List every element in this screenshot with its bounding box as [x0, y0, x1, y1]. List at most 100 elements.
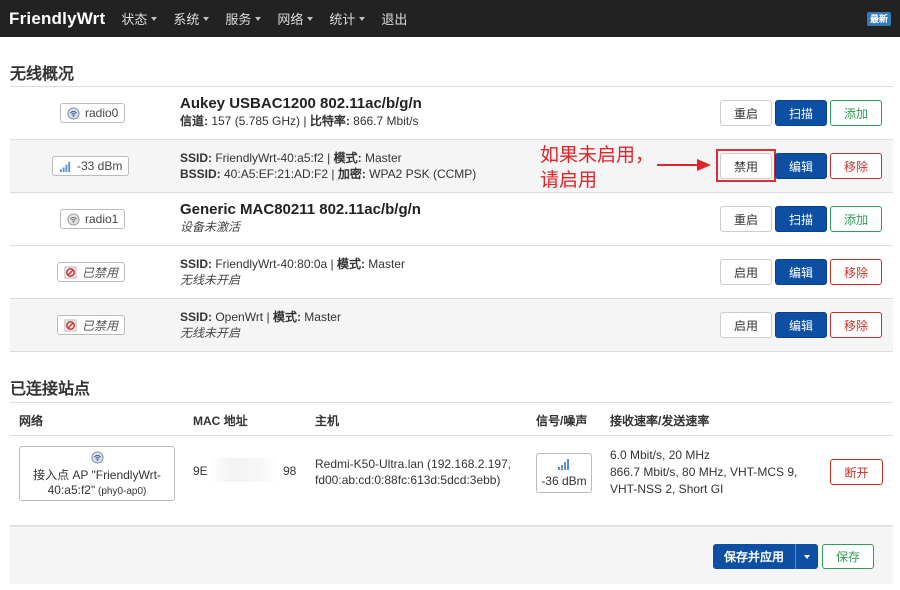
radio0-device-name: Aukey USBAC1200 802.11ac/b/g/n	[180, 95, 422, 112]
radio0-add-button[interactable]: 添加	[830, 100, 882, 126]
radio0-channel-line: 信道: 157 (5.785 GHz) | 比特率: 866.7 Mbit/s	[180, 113, 422, 129]
save-button[interactable]: 保存	[822, 544, 874, 569]
save-apply-split-button: 保存并应用	[713, 544, 818, 569]
chevron-down-icon	[307, 16, 314, 21]
bitrate-value: 866.7 Mbit/s	[349, 114, 419, 128]
mode-value: Master	[361, 151, 402, 165]
ap-interface-name: (phy0-ap0)	[95, 486, 147, 497]
mode-key: 模式:	[336, 257, 365, 271]
wifi-device-icon	[90, 451, 104, 464]
bitrate-key: 比特率:	[309, 114, 350, 128]
ssid-disable-button[interactable]: 禁用	[720, 153, 772, 179]
top-navbar: FriendlyWrt 状态 系统 服务 网络 统计 退出 最新	[0, 0, 900, 37]
signal-badge-label: -33 dBm	[77, 159, 123, 173]
nav-statistics-label: 统计	[329, 12, 356, 27]
ssid-row-radio0: -33 dBm SSID: FriendlyWrt-40:a5:f2 | 模式:…	[10, 140, 893, 193]
connected-stations-title: 已连接站点	[10, 381, 91, 398]
radio0-row: radio0 Aukey USBAC1200 802.11ac/b/g/n 信道…	[10, 87, 893, 140]
chevron-down-icon	[255, 16, 262, 21]
disconnect-button[interactable]: 断开	[830, 459, 883, 485]
radio1-device-name: Generic MAC80211 802.11ac/b/g/n	[180, 201, 421, 218]
ssid-row-radio1: 已禁用 SSID: FriendlyWrt-40:80:0a | 模式: Mas…	[10, 246, 893, 299]
nav-network-label: 网络	[277, 12, 304, 27]
station-signal-badge: -36 dBm	[536, 453, 592, 493]
host-info: Redmi-K50-Ultra.lan (192.168.2.197, fd00…	[315, 456, 511, 488]
tx-rate-line-2: VHT-NSS 2, Short GI	[610, 482, 724, 496]
radio0-scan-button[interactable]: 扫描	[775, 100, 827, 126]
ap-name-line-1: 接入点 AP "FriendlyWrt-	[33, 468, 161, 482]
save-apply-dropdown[interactable]	[796, 544, 818, 569]
radio1-info: Generic MAC80211 802.11ac/b/g/n 设备未激活	[180, 201, 421, 235]
radio1-restart-button[interactable]: 重启	[720, 206, 772, 232]
signal-badge: -33 dBm	[52, 156, 130, 176]
ssid2-status-note: 无线未开启	[180, 273, 241, 287]
nav-services[interactable]: 服务	[225, 9, 262, 28]
col-host: 主机	[315, 414, 340, 428]
ssid2-remove-button[interactable]: 移除	[830, 259, 882, 285]
ap-name-line-2: 40:a5:f2" (phy0-ap0)	[20, 483, 174, 499]
nav-network[interactable]: 网络	[277, 9, 314, 28]
wireless-overview-title: 无线概况	[10, 66, 75, 83]
wifi-device-icon	[67, 106, 80, 120]
new-badge[interactable]: 最新	[866, 12, 891, 26]
ssid-key: SSID:	[180, 310, 213, 324]
channel-value: 157 (5.785 GHz) |	[208, 114, 310, 128]
nav-system-label: 系统	[173, 12, 200, 27]
radio0-badge-label: radio0	[85, 106, 119, 120]
ssid2-line: SSID: FriendlyWrt-40:80:0a | 模式: Master	[180, 256, 405, 272]
nav-logout-label: 退出	[381, 12, 408, 27]
radio1-scan-button[interactable]: 扫描	[775, 206, 827, 232]
bssid-key: BSSID:	[180, 167, 221, 181]
nav-statistics[interactable]: 统计	[329, 9, 366, 28]
chevron-down-icon	[203, 16, 210, 21]
radio0-badge: radio0	[60, 103, 126, 123]
disabled-badge-label: 已禁用	[82, 265, 119, 280]
station-rates: 6.0 Mbit/s, 20 MHz 866.7 Mbit/s, 80 MHz,…	[610, 447, 797, 498]
ssid-info: SSID: FriendlyWrt-40:a5:f2 | 模式: Master …	[180, 150, 476, 182]
signal-strength-icon	[59, 161, 71, 172]
nav-system[interactable]: 系统	[173, 9, 210, 28]
radio1-add-button[interactable]: 添加	[830, 206, 882, 232]
ssid-value: FriendlyWrt-40:a5:f2 |	[212, 151, 334, 165]
ssid3-enable-button[interactable]: 启用	[720, 312, 772, 338]
radio0-restart-button[interactable]: 重启	[720, 100, 772, 126]
mac-prefix: 9E	[193, 464, 208, 478]
save-apply-button[interactable]: 保存并应用	[713, 544, 796, 569]
ssid2-info: SSID: FriendlyWrt-40:80:0a | 模式: Master …	[180, 256, 405, 288]
signal-disabled-icon	[64, 319, 77, 331]
disabled-badge-label: 已禁用	[82, 318, 119, 333]
brand-logo[interactable]: FriendlyWrt	[9, 9, 105, 29]
ssid2-edit-button[interactable]: 编辑	[775, 259, 827, 285]
nav-services-label: 服务	[225, 12, 252, 27]
stations-table-header: 网络 MAC 地址 主机 信号/噪声 接收速率/发送速率	[10, 403, 893, 436]
mac-redaction-blur	[210, 458, 280, 482]
host-line-1: Redmi-K50-Ultra.lan (192.168.2.197,	[315, 457, 512, 471]
form-actions-bar: 保存并应用 保存	[10, 526, 893, 584]
ssid-key: SSID:	[180, 151, 213, 165]
ssid-value: FriendlyWrt-40:80:0a |	[212, 257, 337, 271]
annotation-line-2: 请启用	[540, 170, 598, 191]
encryption-value: WPA2 PSK (CCMP)	[365, 167, 477, 181]
ssid3-info: SSID: OpenWrt | 模式: Master 无线未开启	[180, 309, 341, 341]
mode-value: Master	[300, 310, 341, 324]
ssid2-enable-button[interactable]: 启用	[720, 259, 772, 285]
ssid-remove-button[interactable]: 移除	[830, 153, 882, 179]
nav-status[interactable]: 状态	[121, 9, 158, 28]
radio1-status-note: 设备未激活	[180, 220, 241, 234]
chevron-down-icon	[151, 16, 158, 21]
ssid3-edit-button[interactable]: 编辑	[775, 312, 827, 338]
annotation-arrow-icon	[657, 159, 711, 171]
ssid-edit-button[interactable]: 编辑	[775, 153, 827, 179]
ssid3-status-note: 无线未开启	[180, 326, 241, 340]
radio0-info: Aukey USBAC1200 802.11ac/b/g/n 信道: 157 (…	[180, 95, 422, 129]
access-point-badge[interactable]: 接入点 AP "FriendlyWrt- 40:a5:f2" (phy0-ap0…	[19, 446, 175, 501]
nav-logout[interactable]: 退出	[381, 9, 407, 28]
ssid-key: SSID:	[180, 257, 213, 271]
ssid3-remove-button[interactable]: 移除	[830, 312, 882, 338]
disabled-badge: 已禁用	[57, 262, 126, 282]
channel-key: 信道:	[180, 114, 208, 128]
host-line-2: fd00:ab:cd:0:88fc:613d:5dcd:3ebb)	[315, 473, 501, 487]
ap-name-ssid-tail: 40:a5:f2"	[47, 483, 96, 497]
ssid3-line: SSID: OpenWrt | 模式: Master	[180, 309, 341, 325]
chevron-down-icon	[804, 554, 810, 559]
